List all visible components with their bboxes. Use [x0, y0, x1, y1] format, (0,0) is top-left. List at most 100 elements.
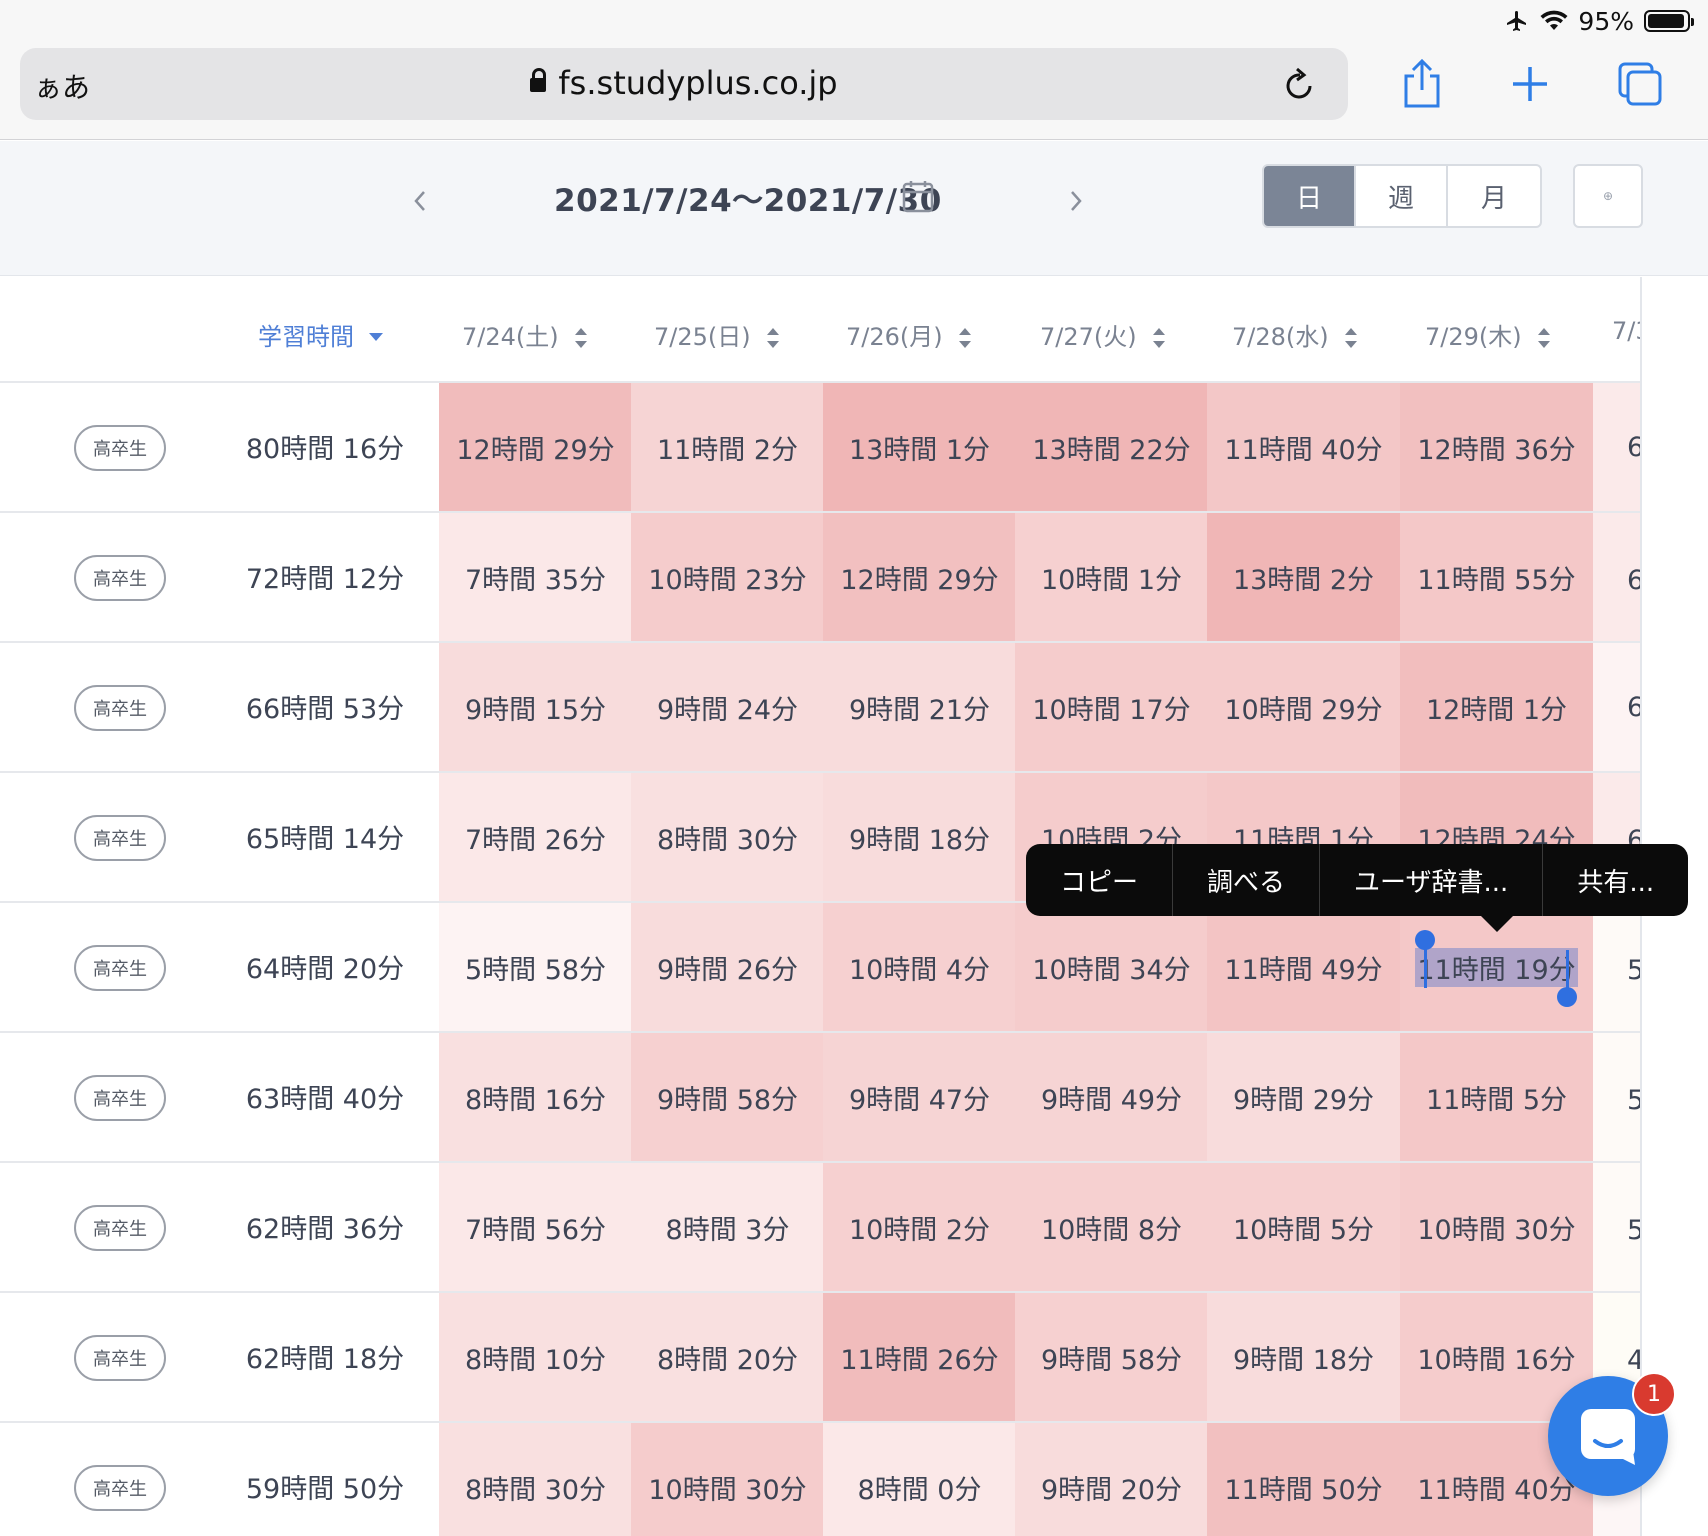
- day-time-value: 7時間 26分: [464, 824, 607, 856]
- options-button[interactable]: ⊕: [1573, 164, 1643, 228]
- day-time-cell[interactable]: 9時間 58分: [631, 1033, 824, 1161]
- table-row[interactable]: 高卒生 63時間 40分 8時間 16分 9時間 58分 9時間 47分 9時間 49分 9…: [0, 1033, 1640, 1163]
- day-time-cell[interactable]: 10時間 23分: [631, 513, 824, 641]
- day-time-cell[interactable]: 10時間 4分: [823, 903, 1016, 1031]
- day-time-cell[interactable]: 10時間 34分: [1015, 903, 1208, 1031]
- column-header-day[interactable]: 7/28(水): [1232, 317, 1359, 352]
- day-time-cell[interactable]: 11時間 55分: [1400, 513, 1593, 641]
- table-row[interactable]: 高卒生 64時間 20分 5時間 58分 9時間 26分 10時間 4分 10時間 34分…: [0, 903, 1640, 1033]
- column-label: 7/24(土): [462, 323, 559, 351]
- selection-start-knob[interactable]: [1415, 930, 1435, 950]
- day-time-cell[interactable]: 8時間 20分: [631, 1293, 824, 1421]
- day-time-cell[interactable]: 5時: [1593, 1033, 1640, 1161]
- day-time-cell[interactable]: 8時間 10分: [439, 1293, 632, 1421]
- day-time-cell[interactable]: 6時: [1593, 513, 1640, 641]
- day-time-cell[interactable]: 8時間 0分: [823, 1423, 1016, 1536]
- calendar-icon[interactable]: [902, 179, 934, 213]
- column-header-day[interactable]: 7/24(土): [462, 317, 589, 352]
- address-bar[interactable]: ぁあ fs.studyplus.co.jp: [20, 48, 1348, 120]
- day-time-cell[interactable]: 12時間 36分: [1400, 383, 1593, 511]
- tabs-button[interactable]: [1612, 56, 1668, 112]
- day-time-cell[interactable]: 11時間 26分: [823, 1293, 1016, 1421]
- view-week-button[interactable]: 週: [1356, 166, 1448, 226]
- view-day-button[interactable]: 日: [1264, 166, 1356, 226]
- day-time-cell[interactable]: 10時間 1分: [1015, 513, 1208, 641]
- day-time-cell[interactable]: 10時間 17分: [1015, 643, 1208, 771]
- day-time-cell[interactable]: 10時間 30分: [631, 1423, 824, 1536]
- column-header-day[interactable]: 7/3: [1612, 317, 1640, 345]
- column-label: 7/25(日): [654, 323, 751, 351]
- day-time-cell[interactable]: 10時間 30分: [1400, 1163, 1593, 1291]
- date-range-label[interactable]: 2021/7/24〜2021/7/30: [554, 175, 942, 220]
- day-time-cell[interactable]: 11時間 49分: [1207, 903, 1400, 1031]
- day-time-cell[interactable]: 11時間 40分: [1207, 383, 1400, 511]
- day-time-cell[interactable]: 10時間 2分: [823, 1163, 1016, 1291]
- day-time-cell[interactable]: 5時: [1593, 903, 1640, 1031]
- day-time-cell[interactable]: 9時間 18分: [1207, 1293, 1400, 1421]
- day-time-cell[interactable]: 9時間 15分: [439, 643, 632, 771]
- new-tab-button[interactable]: [1502, 56, 1558, 112]
- day-time-cell[interactable]: 9時間 26分: [631, 903, 824, 1031]
- day-time-cell[interactable]: 12時間 1分: [1400, 643, 1593, 771]
- day-time-cell[interactable]: 9時間 47分: [823, 1033, 1016, 1161]
- day-time-value: 5時: [1627, 948, 1640, 987]
- menu-share[interactable]: 共有...: [1543, 844, 1688, 916]
- share-button[interactable]: [1394, 56, 1450, 112]
- day-time-cell[interactable]: 13時間 2分: [1207, 513, 1400, 641]
- selection-start-handle[interactable]: [1424, 944, 1427, 988]
- table-row[interactable]: 高卒生 80時間 16分 12時間 29分 11時間 2分 13時間 1分 13時間 22…: [0, 383, 1640, 513]
- table-row[interactable]: 高卒生 62時間 18分 8時間 10分 8時間 20分 11時間 26分 9時間 58分…: [0, 1293, 1640, 1423]
- day-time-cell[interactable]: 9時間 18分: [823, 773, 1016, 901]
- day-time-cell[interactable]: 6: [1593, 383, 1640, 511]
- day-time-cell[interactable]: 8時間 30分: [439, 1423, 632, 1536]
- table-row[interactable]: 高卒生 72時間 12分 7時間 35分 10時間 23分 12時間 29分 10時間 1…: [0, 513, 1640, 643]
- column-label: 7/26(月): [846, 323, 943, 351]
- table-row[interactable]: 高卒生 66時間 53分 9時間 15分 9時間 24分 9時間 21分 10時間 17分…: [0, 643, 1640, 773]
- day-time-cell[interactable]: 8時間 16分: [439, 1033, 632, 1161]
- url-display[interactable]: fs.studyplus.co.jp: [20, 64, 1348, 102]
- day-time-cell[interactable]: 6: [1593, 643, 1640, 771]
- selection-end-knob[interactable]: [1557, 987, 1577, 1007]
- url-text: fs.studyplus.co.jp: [558, 64, 838, 102]
- day-time-cell[interactable]: 11時間 5分: [1400, 1033, 1593, 1161]
- chevron-left-icon: [414, 191, 425, 211]
- day-time-cell[interactable]: 11時間 2分: [631, 383, 824, 511]
- column-header-day[interactable]: 7/25(日): [654, 317, 781, 352]
- view-month-button[interactable]: 月: [1448, 166, 1540, 226]
- table-row[interactable]: 高卒生 59時間 50分 8時間 30分 10時間 30分 8時間 0分 9時間 20分 1…: [0, 1423, 1640, 1536]
- day-time-cell[interactable]: 9時間 49分: [1015, 1033, 1208, 1161]
- day-time-cell[interactable]: 10時間 8分: [1015, 1163, 1208, 1291]
- day-time-cell[interactable]: 12時間 29分: [439, 383, 632, 511]
- day-time-cell[interactable]: 7時間 35分: [439, 513, 632, 641]
- day-time-cell[interactable]: 7時間 26分: [439, 773, 632, 901]
- day-time-cell[interactable]: 5時間 58分: [439, 903, 632, 1031]
- reload-icon[interactable]: [1282, 64, 1318, 104]
- day-time-cell[interactable]: 10時間 29分: [1207, 643, 1400, 771]
- table-row[interactable]: 高卒生 62時間 36分 7時間 56分 8時間 3分 10時間 2分 10時間 8分 10…: [0, 1163, 1640, 1293]
- day-time-cell[interactable]: 9時間 20分: [1015, 1423, 1208, 1536]
- day-time-value: 12時間 29分: [840, 564, 999, 596]
- day-time-cell[interactable]: 9時間 24分: [631, 643, 824, 771]
- day-time-cell[interactable]: 13時間 1分: [823, 383, 1016, 511]
- day-time-cell[interactable]: 9時間 29分: [1207, 1033, 1400, 1161]
- day-time-cell[interactable]: 9時間 21分: [823, 643, 1016, 771]
- menu-copy[interactable]: コピー: [1026, 844, 1174, 916]
- column-header-day[interactable]: 7/26(月): [846, 317, 973, 352]
- day-time-cell[interactable]: 7時間 56分: [439, 1163, 632, 1291]
- column-header-total[interactable]: 学習時間: [258, 317, 384, 352]
- day-time-cell[interactable]: 13時間 22分: [1015, 383, 1208, 511]
- day-time-cell[interactable]: 8時間 30分: [631, 773, 824, 901]
- column-header-day[interactable]: 7/29(木): [1425, 317, 1552, 352]
- menu-user-dictionary[interactable]: ユーザ辞書...: [1320, 844, 1544, 916]
- day-time-cell[interactable]: 9時間 58分: [1015, 1293, 1208, 1421]
- menu-lookup[interactable]: 調べる: [1173, 844, 1321, 916]
- day-time-cell[interactable]: 5時: [1593, 1163, 1640, 1291]
- next-period-button[interactable]: [1056, 181, 1096, 221]
- day-time-value: 11時間 26分: [840, 1344, 999, 1376]
- column-header-day[interactable]: 7/27(火): [1040, 317, 1167, 352]
- day-time-cell[interactable]: 12時間 29分: [823, 513, 1016, 641]
- day-time-cell[interactable]: 11時間 50分: [1207, 1423, 1400, 1536]
- prev-period-button[interactable]: [400, 181, 440, 221]
- day-time-cell[interactable]: 10時間 5分: [1207, 1163, 1400, 1291]
- day-time-cell[interactable]: 8時間 3分: [631, 1163, 824, 1291]
